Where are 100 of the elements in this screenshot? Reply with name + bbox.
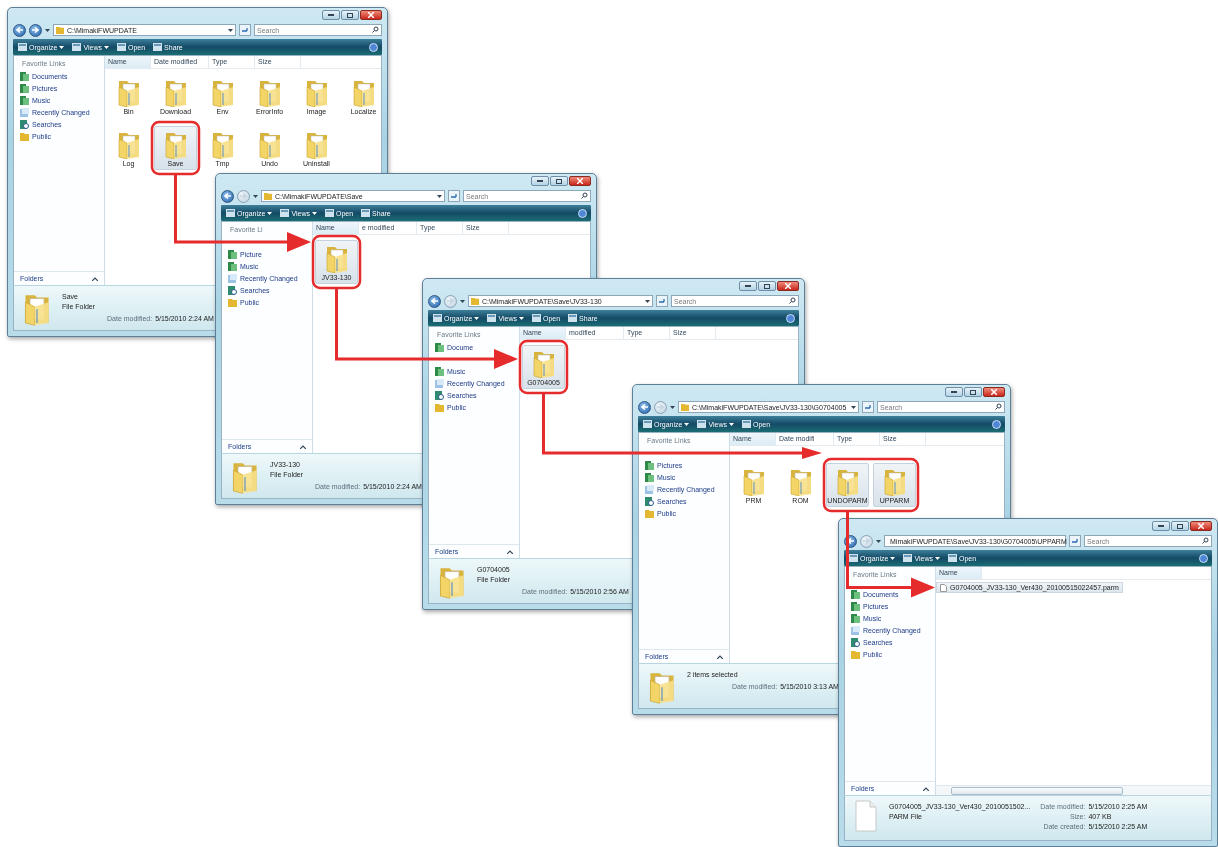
chevron-icon[interactable] (923, 786, 929, 791)
refresh-icon (450, 193, 458, 199)
search-icon (645, 496, 654, 506)
recent-icon (645, 484, 654, 494)
help-icon[interactable] (1199, 553, 1208, 563)
toolbar-icon (18, 43, 27, 51)
close-button[interactable] (1190, 521, 1212, 531)
toolbar-icon (849, 554, 858, 562)
help-icon[interactable] (369, 42, 378, 52)
close-button[interactable] (360, 10, 382, 20)
caret-icon[interactable] (460, 299, 465, 303)
toolbar-icon (324, 209, 334, 217)
caret-icon (59, 45, 65, 49)
caret-icon[interactable] (253, 194, 258, 198)
minimize-button[interactable] (739, 281, 757, 291)
help-icon[interactable] (786, 313, 795, 323)
search-icon[interactable] (372, 26, 379, 33)
folder-icon (851, 649, 860, 659)
refresh-button[interactable] (656, 295, 668, 307)
caret-icon (311, 211, 317, 215)
toolbar-icon (741, 420, 751, 428)
search-icon[interactable] (995, 403, 1002, 410)
folder-icon (435, 402, 444, 412)
caret-icon (103, 45, 109, 49)
close-button[interactable] (777, 281, 799, 291)
minimize-icon (1158, 525, 1164, 527)
minimize-icon (745, 285, 751, 287)
chevron-icon[interactable] (92, 276, 98, 281)
forward-icon (863, 538, 870, 544)
forward-icon (657, 404, 664, 410)
toolbar-icon (72, 43, 82, 51)
close-icon (368, 12, 374, 18)
maximize-button[interactable] (1171, 521, 1189, 531)
back-icon (16, 27, 23, 33)
caret-icon (890, 556, 896, 560)
folder-icon (20, 131, 29, 141)
refresh-icon (864, 404, 872, 410)
toolbar-icon (568, 314, 578, 322)
chevron-icon[interactable] (507, 549, 513, 554)
recent-icon (435, 378, 444, 388)
toolbar-icon (697, 420, 707, 428)
back-button[interactable] (428, 294, 441, 308)
folder-icon (471, 297, 479, 305)
search-icon[interactable] (789, 297, 796, 304)
chevron-icon[interactable] (300, 444, 306, 449)
forward-icon (32, 27, 39, 33)
caret-icon[interactable] (876, 539, 881, 543)
search-icon[interactable] (1202, 537, 1209, 544)
back-button[interactable] (13, 23, 26, 37)
maximize-icon (1177, 523, 1183, 529)
maximize-icon (347, 12, 353, 18)
toolbar-icon (531, 314, 541, 322)
refresh-icon (1071, 538, 1079, 544)
maximize-button[interactable] (758, 281, 776, 291)
maximize-button[interactable] (341, 10, 359, 20)
search-icon (435, 390, 444, 400)
library-icon (435, 342, 444, 352)
refresh-button[interactable] (448, 190, 460, 202)
refresh-icon (658, 298, 666, 304)
caret-icon[interactable] (670, 405, 675, 409)
back-icon (431, 298, 438, 304)
caret-icon[interactable] (45, 28, 50, 32)
maximize-icon (764, 283, 770, 289)
refresh-button[interactable] (862, 401, 874, 413)
refresh-button[interactable] (1069, 535, 1081, 547)
minimize-button[interactable] (945, 387, 963, 397)
folder-icon (681, 403, 689, 411)
refresh-button[interactable] (239, 24, 251, 36)
close-button[interactable] (569, 176, 591, 186)
back-button[interactable] (221, 189, 234, 203)
close-button[interactable] (983, 387, 1005, 397)
search-icon (20, 119, 29, 129)
back-button[interactable] (638, 400, 651, 414)
library-icon (435, 366, 444, 376)
horizontal-scrollbar[interactable] (936, 785, 1211, 795)
highlight-frame (518, 339, 569, 395)
toolbar-icon (280, 209, 290, 217)
chevron-icon[interactable] (717, 654, 723, 659)
recent-icon (851, 625, 860, 635)
search-icon[interactable] (581, 192, 588, 199)
caret-icon (728, 422, 734, 426)
minimize-icon (951, 391, 957, 393)
search-icon (228, 285, 237, 295)
caret-icon (518, 316, 524, 320)
minimize-button[interactable] (531, 176, 549, 186)
minimize-button[interactable] (1152, 521, 1170, 531)
toolbar-icon (947, 554, 957, 562)
forward-button[interactable] (29, 23, 42, 37)
caret-icon (934, 556, 940, 560)
caret-icon (474, 316, 480, 320)
caret-icon (437, 194, 442, 198)
toolbar-icon (433, 314, 442, 322)
maximize-button[interactable] (964, 387, 982, 397)
help-icon[interactable] (992, 419, 1001, 429)
maximize-button[interactable] (550, 176, 568, 186)
scrollbar-thumb[interactable] (951, 786, 1123, 795)
minimize-button[interactable] (322, 10, 340, 20)
help-icon[interactable] (578, 208, 587, 218)
folder-icon (645, 508, 654, 518)
folder-icon (56, 26, 64, 34)
